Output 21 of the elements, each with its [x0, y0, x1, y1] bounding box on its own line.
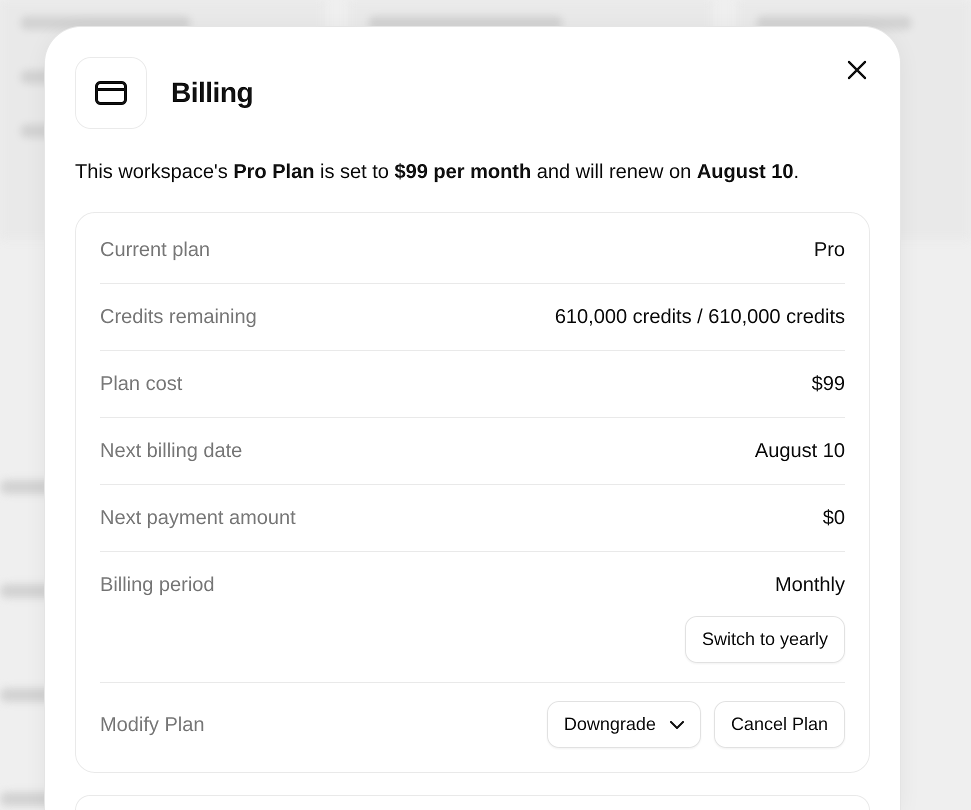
detail-label: Plan cost: [100, 372, 182, 396]
detail-label: Next payment amount: [100, 506, 296, 530]
close-icon[interactable]: [846, 59, 868, 81]
detail-label: Credits remaining: [100, 305, 257, 329]
switch-billing-button[interactable]: Switch to yearly: [684, 616, 845, 663]
credit-card-icon: [75, 57, 147, 129]
detail-value: Monthly: [774, 573, 845, 597]
detail-label: Billing period: [100, 573, 215, 597]
detail-value: $0: [822, 506, 845, 530]
dialog-title: Billing: [171, 77, 254, 109]
downgrade-dropdown[interactable]: Downgrade: [546, 701, 701, 748]
chevron-down-icon: [670, 720, 684, 728]
detail-value: August 10: [754, 439, 845, 463]
detail-label: Next billing date: [100, 439, 242, 463]
cancel-plan-button[interactable]: Cancel Plan: [714, 701, 845, 748]
detail-value: Pro: [814, 238, 845, 262]
detail-value: $99: [812, 372, 845, 396]
detail-label: Modify Plan: [100, 712, 204, 736]
plan-summary-text: This workspace's Pro Plan is set to $99 per month and will renew on August 10.: [75, 160, 800, 185]
detail-value: 610,000 credits / 610,000 credits: [554, 305, 845, 329]
detail-label: Current plan: [100, 238, 210, 262]
